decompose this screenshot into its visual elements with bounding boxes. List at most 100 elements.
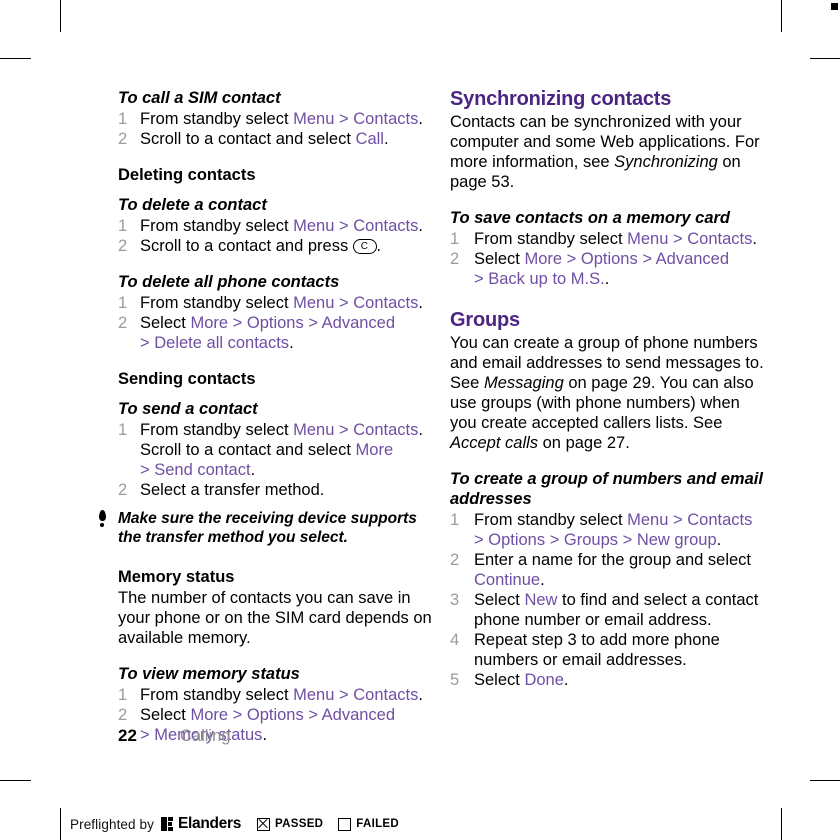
numbered-step: 1 From standby select Menu > Contacts. <box>118 685 438 705</box>
step-text: Enter a name for the group and select Co… <box>474 551 751 589</box>
menu-path-token: Continue <box>474 571 541 589</box>
text-run: . <box>716 531 722 549</box>
text-run: Scroll to a contact and select <box>140 130 356 148</box>
menu-path-token: Back up to M.S. <box>488 270 605 288</box>
tip-note-text: Make sure the receiving device supports … <box>118 510 417 546</box>
menu-path-token: Contacts <box>353 217 419 235</box>
page-number: 22 <box>118 726 137 745</box>
failed-checkbox-icon[interactable] <box>338 817 352 831</box>
numbered-step: 1 From standby select Menu > Contacts. Sc… <box>118 420 438 480</box>
numbered-step: 5 Select Done. <box>450 670 770 690</box>
menu-path-token: Send contact <box>154 461 251 479</box>
text-run: . <box>418 294 423 312</box>
step-number: 2 <box>118 130 128 148</box>
steps-to-send-a-contact: 1 From standby select Menu > Contacts. Sc… <box>118 420 438 500</box>
menu-path-token: More <box>355 441 394 459</box>
heading-to-create-a-group: To create a group of numbers and email a… <box>450 470 763 508</box>
menu-path-token: New group <box>636 531 717 549</box>
elanders-brand-name: Elanders <box>177 815 242 832</box>
text-run: . <box>418 110 423 128</box>
tip-note: Make sure the receiving device supports … <box>96 509 438 547</box>
heading-deleting-contacts: Deleting contacts <box>118 166 256 184</box>
step-number: 1 <box>118 110 128 128</box>
text-run: Select <box>140 706 191 724</box>
menu-path-token: Advanced <box>321 706 396 724</box>
text-run: From standby select <box>474 230 628 248</box>
step-number: 4 <box>450 631 460 649</box>
step-text: Select a transfer method. <box>140 481 324 499</box>
left-column: To call a SIM contact 1 From standby sele… <box>99 88 438 745</box>
menu-path-token: Done <box>524 671 564 689</box>
text-run: . <box>563 671 569 689</box>
menu-path-token: Contacts <box>353 686 419 704</box>
text-run: From standby select <box>474 511 628 529</box>
step-number: 2 <box>118 314 128 332</box>
menu-path-token: Groups <box>563 531 619 549</box>
menu-path-token: Menu <box>627 230 669 248</box>
step-number: 2 <box>118 237 128 255</box>
menu-path-token: Contacts <box>353 110 419 128</box>
preflight-prefix-label: Preflighted by <box>70 816 154 832</box>
page-footer: 22 Calling <box>118 726 230 746</box>
heading-synchronizing-contacts: Synchronizing contacts <box>450 88 672 110</box>
passed-checkbox-icon[interactable] <box>257 817 271 831</box>
text-run: From standby select <box>140 110 294 128</box>
step-text: From standby select Menu > Contacts > Opt… <box>474 511 752 549</box>
crop-mark-bottom-right-horizontal <box>810 780 840 781</box>
numbered-step: 2 Scroll to a contact and press C. <box>118 236 438 256</box>
preflight-status-group: PASSED FAILED <box>257 817 409 831</box>
menu-path-token: Options <box>580 250 638 268</box>
numbered-step: 4 Repeat step 3 to add more phone numbers… <box>450 630 770 670</box>
text-run: . <box>376 237 382 255</box>
step-text: Scroll to a contact and select Call. <box>140 130 389 148</box>
step-number: 1 <box>118 421 128 439</box>
menu-path-token: > <box>668 230 688 248</box>
step-number: 2 <box>450 250 460 268</box>
elanders-logo-icon <box>160 817 174 831</box>
numbered-step: 1 From standby select Menu > Contacts. <box>118 216 438 236</box>
menu-path-token: > <box>334 294 354 312</box>
text-run: Select <box>474 591 525 609</box>
step-number: 1 <box>118 686 128 704</box>
text-run: . <box>418 686 423 704</box>
menu-path-token: > <box>637 250 656 268</box>
step-number: 2 <box>118 706 128 724</box>
text-run: . <box>418 217 423 235</box>
menu-path-token: More <box>190 706 229 724</box>
numbered-step: 1 From standby select Menu > Contacts. <box>118 293 438 313</box>
menu-path-token: > <box>228 706 247 724</box>
menu-path-token: > <box>334 421 354 439</box>
menu-path-token: > <box>474 531 489 549</box>
text-run: . <box>289 334 294 352</box>
menu-path-token: Menu <box>293 421 335 439</box>
right-column: Synchronizing contacts Contacts can be s… <box>450 88 770 690</box>
menu-path-token: Menu <box>627 511 669 529</box>
text-run: . <box>418 421 423 439</box>
crop-mark-bottom-left-horizontal <box>0 780 31 781</box>
menu-path-token: > <box>668 511 688 529</box>
preflight-bar: Preflighted by Elanders PASSED FAILED <box>60 808 409 840</box>
menu-path-token: Menu <box>293 686 335 704</box>
text-run: . <box>604 270 610 288</box>
running-head: Calling <box>180 727 231 745</box>
menu-path-token: > <box>474 270 489 288</box>
crop-mark-bottom-right-vertical <box>781 808 782 840</box>
paragraph-groups: You can create a group of phone numbers … <box>450 333 770 453</box>
step-text: Repeat step 3 to add more phone numbers … <box>474 631 720 669</box>
menu-path-token: > <box>545 531 564 549</box>
menu-path-token: > <box>140 461 155 479</box>
menu-path-token: Contacts <box>687 511 753 529</box>
text-run: . <box>752 230 757 248</box>
heading-memory-status: Memory status <box>118 568 235 586</box>
text-run: Enter a name for the group and select <box>474 551 752 569</box>
text-run: Select <box>474 250 525 268</box>
step-text: From standby select Menu > Contacts. <box>140 110 423 128</box>
step-text: From standby select Menu > Contacts. Scr… <box>140 421 423 479</box>
cross-reference: Synchronizing <box>614 153 718 171</box>
menu-path-token: Contacts <box>687 230 753 248</box>
